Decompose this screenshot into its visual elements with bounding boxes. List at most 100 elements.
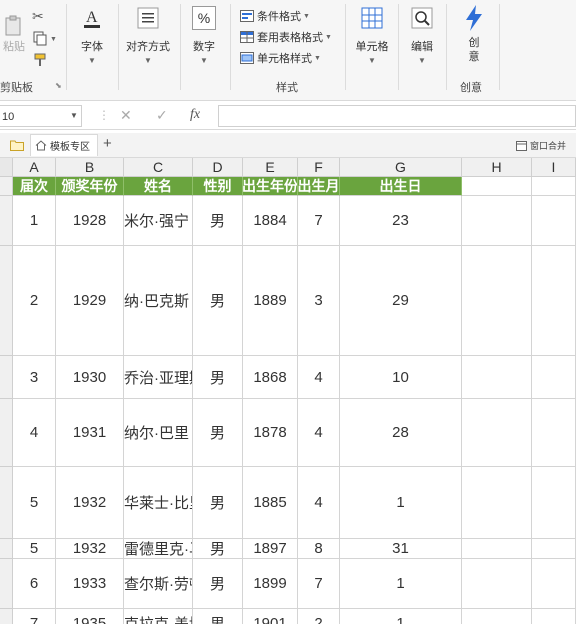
table-cell[interactable]: 雷德里克·马 — [124, 539, 193, 559]
table-cell[interactable]: 1868 — [243, 356, 298, 399]
table-cell[interactable]: 3 — [13, 356, 56, 399]
column-header-d[interactable]: D — [193, 158, 243, 177]
table-cell[interactable]: 23 — [340, 196, 462, 246]
table-cell[interactable] — [462, 399, 532, 467]
header-cell[interactable]: 届次 — [13, 177, 56, 196]
row-header[interactable] — [0, 196, 13, 246]
table-cell[interactable]: 7 — [298, 196, 340, 246]
column-header-a[interactable]: A — [13, 158, 56, 177]
table-cell[interactable] — [532, 609, 576, 624]
cut-icon[interactable]: ✂ — [32, 8, 44, 25]
table-cell[interactable] — [532, 467, 576, 539]
table-cell[interactable] — [462, 246, 532, 356]
cells-button[interactable]: 单元格 ▼ — [350, 6, 394, 65]
table-cell[interactable]: 男 — [193, 559, 243, 609]
table-cell[interactable]: 28 — [340, 399, 462, 467]
table-cell[interactable]: 1 — [340, 467, 462, 539]
row-header[interactable] — [0, 539, 13, 559]
table-cell[interactable]: 纳·巴克斯 — [124, 246, 193, 356]
table-cell[interactable] — [532, 399, 576, 467]
table-cell[interactable]: 克拉克·盖博 — [124, 609, 193, 624]
table-cell[interactable]: 10 — [340, 356, 462, 399]
table-cell[interactable] — [532, 246, 576, 356]
table-cell[interactable]: 5 — [13, 467, 56, 539]
confirm-icon[interactable]: ✓ — [156, 107, 168, 124]
header-cell[interactable]: 出生月 — [298, 177, 340, 196]
table-cell[interactable]: 1932 — [56, 467, 124, 539]
header-cell[interactable]: 姓名 — [124, 177, 193, 196]
table-cell[interactable] — [462, 559, 532, 609]
table-cell[interactable]: 1899 — [243, 559, 298, 609]
table-cell[interactable]: 2 — [298, 609, 340, 624]
table-cell[interactable] — [462, 356, 532, 399]
conditional-format-button[interactable]: 条件格式 ▼ — [240, 8, 310, 24]
table-cell[interactable]: 乔治·亚理斯 — [124, 356, 193, 399]
format-painter-icon[interactable] — [32, 52, 48, 73]
table-cell[interactable] — [532, 559, 576, 609]
table-cell[interactable] — [532, 177, 576, 196]
row-header[interactable] — [0, 467, 13, 539]
table-cell[interactable]: 4 — [298, 467, 340, 539]
edit-button[interactable]: 编辑 ▼ — [402, 6, 442, 65]
table-cell[interactable]: 2 — [13, 246, 56, 356]
header-cell[interactable]: 性别 — [193, 177, 243, 196]
table-cell[interactable]: 纳尔·巴里 — [124, 399, 193, 467]
table-cell[interactable]: 8 — [298, 539, 340, 559]
row-header[interactable] — [0, 246, 13, 356]
table-cell[interactable]: 1 — [13, 196, 56, 246]
formula-input[interactable] — [218, 105, 576, 127]
table-format-button[interactable]: 套用表格格式 ▼ — [240, 29, 332, 45]
table-cell[interactable]: 1931 — [56, 399, 124, 467]
row-header[interactable] — [0, 177, 13, 196]
table-cell[interactable]: 1932 — [56, 539, 124, 559]
table-cell[interactable]: 1897 — [243, 539, 298, 559]
table-cell[interactable]: 31 — [340, 539, 462, 559]
column-header-g[interactable]: G — [340, 158, 462, 177]
table-cell[interactable] — [462, 467, 532, 539]
table-cell[interactable]: 29 — [340, 246, 462, 356]
column-header-b[interactable]: B — [56, 158, 124, 177]
paste-button[interactable]: 粘贴 — [0, 14, 28, 54]
table-cell[interactable]: 1901 — [243, 609, 298, 624]
row-header[interactable] — [0, 399, 13, 467]
table-cell[interactable]: 米尔·强宁 — [124, 196, 193, 246]
column-header-c[interactable]: C — [124, 158, 193, 177]
table-cell[interactable] — [532, 196, 576, 246]
table-cell[interactable]: 1878 — [243, 399, 298, 467]
header-cell[interactable]: 出生日 — [340, 177, 462, 196]
table-cell[interactable]: 1885 — [243, 467, 298, 539]
column-header-f[interactable]: F — [298, 158, 340, 177]
row-header[interactable] — [0, 609, 13, 624]
table-cell[interactable]: 华莱士·比里 — [124, 467, 193, 539]
table-cell[interactable]: 1933 — [56, 559, 124, 609]
insert-function-icon[interactable]: fx — [190, 107, 200, 123]
table-cell[interactable]: 男 — [193, 246, 243, 356]
row-header[interactable] — [0, 559, 13, 609]
table-cell[interactable]: 查尔斯·劳顿 — [124, 559, 193, 609]
window-merge-button[interactable]: 窗口合并 — [516, 139, 566, 152]
table-cell[interactable]: 男 — [193, 196, 243, 246]
table-cell[interactable]: 1 — [340, 559, 462, 609]
cell-style-button[interactable]: 单元格样式 ▼ — [240, 50, 321, 66]
table-cell[interactable]: 男 — [193, 609, 243, 624]
new-tab-button[interactable]: + — [103, 135, 112, 152]
create-button[interactable]: 创意 — [456, 5, 492, 64]
tab-template[interactable]: 模板专区 — [30, 134, 98, 156]
table-cell[interactable]: 1928 — [56, 196, 124, 246]
table-cell[interactable]: 7 — [298, 559, 340, 609]
table-cell[interactable]: 4 — [13, 399, 56, 467]
table-cell[interactable]: 男 — [193, 356, 243, 399]
table-cell[interactable] — [532, 356, 576, 399]
table-cell[interactable]: 1884 — [243, 196, 298, 246]
select-all-corner[interactable] — [0, 158, 13, 177]
column-header-h[interactable]: H — [462, 158, 532, 177]
font-button[interactable]: A 字体 ▼ — [72, 6, 112, 65]
cancel-icon[interactable]: ✕ — [120, 107, 132, 124]
folder-icon[interactable] — [10, 138, 24, 156]
alignment-button[interactable]: 对齐方式 ▼ — [122, 6, 174, 65]
copy-icon[interactable] — [32, 30, 48, 51]
table-cell[interactable]: 6 — [13, 559, 56, 609]
row-header[interactable] — [0, 356, 13, 399]
table-cell[interactable]: 1 — [340, 609, 462, 624]
table-cell[interactable]: 男 — [193, 467, 243, 539]
